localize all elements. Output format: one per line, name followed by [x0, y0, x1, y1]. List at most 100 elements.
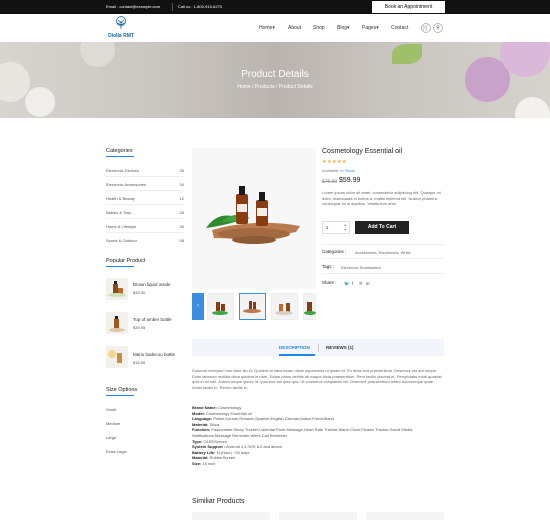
product-thumbnail-image [304, 302, 316, 315]
similar-product-card[interactable] [279, 512, 357, 520]
linkedin-icon[interactable]: in [366, 281, 370, 286]
logo-tree-icon [116, 16, 126, 29]
logo-text: Diolla RMT [108, 33, 134, 39]
category-item[interactable]: Health & Beauty 12 [106, 196, 184, 201]
pinterest-icon[interactable]: ℗ [359, 281, 362, 286]
product-thumbnail[interactable] [106, 312, 128, 334]
logo[interactable]: Diolla RMT [106, 16, 136, 40]
short-description: Lorem ipsum dolor sit amet, consectetur … [322, 190, 441, 207]
nav-blog[interactable]: Blog▾ [337, 25, 350, 31]
rating-stars: ★★★★★ [322, 159, 347, 165]
nav-shop[interactable]: Shop [313, 25, 325, 31]
popular-product-name[interactable]: Top of amber bottle [133, 317, 172, 322]
heading-underline [106, 266, 134, 267]
banner-decoration [80, 42, 115, 67]
tab-description[interactable]: DESCRIPTION [279, 345, 310, 350]
divider [322, 273, 444, 274]
topbar-divider [172, 3, 173, 11]
nav-pages[interactable]: Pages▾ [362, 25, 379, 31]
thumbnail-3[interactable] [271, 293, 298, 320]
popular-product-price: $16.95 [133, 360, 146, 365]
divider [322, 258, 444, 259]
category-item[interactable]: Home & Lifestyle 30 [106, 224, 184, 229]
thumbnail-4[interactable] [303, 293, 316, 320]
quantity-increase-icon[interactable]: ▲ [344, 223, 347, 227]
nav-about[interactable]: About [288, 25, 301, 31]
old-price: $75.99 [322, 179, 338, 185]
category-item[interactable]: Babies & Toys 28 [106, 210, 184, 215]
tab-reviews[interactable]: REVIEWS (1) [326, 345, 354, 350]
tab-divider [318, 344, 319, 352]
product-title: Cosmetology Essential oil [322, 148, 403, 155]
similar-products-heading: Similiar Products [192, 498, 245, 505]
product-thumbnail[interactable] [106, 346, 128, 368]
divider [106, 232, 184, 233]
search-icon[interactable]: ⚲ [433, 23, 443, 33]
nav-home[interactable]: Home▾ [259, 25, 275, 31]
product-thumbnail-image [212, 302, 228, 315]
twitter-icon[interactable]: 🐦 [344, 281, 350, 287]
quantity-stepper[interactable]: 1 ▲ ▼ [322, 221, 350, 234]
book-appointment-button[interactable]: Book an Appointment [372, 1, 445, 13]
breadcrumb[interactable]: Home / Products / Product Details [0, 84, 550, 90]
spec-row: Function: Passometer,Sleep Tracker,Calen… [192, 427, 413, 438]
similar-product-card[interactable] [192, 512, 270, 520]
quantity-value: 1 [326, 225, 329, 230]
category-item[interactable]: Electronic Accessories 34 [106, 182, 184, 187]
site-header: Diolla RMT Home▾ About Shop Blog▾ Pages▾… [0, 14, 550, 42]
divider [322, 244, 444, 245]
product-main-image[interactable] [192, 148, 316, 289]
oil-bottle-image [108, 349, 122, 363]
popular-product-name[interactable]: Brown liquid inside [133, 282, 171, 287]
thumbnail-1[interactable] [207, 293, 234, 320]
top-bar: Email : contact@example.com Call us : 1-… [0, 0, 550, 14]
product-description-text: Dolorum excepturi eos vitae illo et. Qui… [192, 368, 442, 390]
current-price: $59.99 [339, 177, 361, 184]
size-options-heading: Size Options [106, 387, 138, 393]
category-item[interactable]: Sports & Outdoor 08 [106, 238, 184, 243]
popular-product-heading: Popular Product [106, 258, 146, 264]
nav-contact[interactable]: Contact [391, 25, 408, 31]
thumbnail-prev-arrow[interactable]: ‹ [192, 293, 204, 320]
add-to-cart-button[interactable]: Add To Cart [355, 221, 409, 234]
similar-product-card[interactable] [366, 512, 444, 520]
heading-underline [106, 156, 134, 157]
categories-heading: Categories [106, 148, 133, 154]
thumbnail-2[interactable] [239, 293, 266, 320]
category-item[interactable]: Electronic Devices 25 [106, 168, 184, 173]
popular-product-name[interactable]: Mario badecou bottle [133, 352, 175, 357]
active-tab-indicator [279, 354, 315, 356]
quantity-decrease-icon[interactable]: ▼ [344, 228, 347, 232]
contact-phone[interactable]: Call us : 1-800-915-6270 [178, 4, 222, 9]
product-thumbnail[interactable] [106, 278, 128, 300]
page-title: Product Details [241, 69, 309, 80]
product-tags[interactable]: Electronic Smartwatch [341, 265, 381, 270]
divider [106, 190, 184, 191]
contact-email[interactable]: Email : contact@example.com [106, 4, 160, 9]
divider [106, 176, 184, 177]
share-label: Share : [322, 280, 337, 285]
oil-bottle-image [109, 316, 125, 332]
cart-icon[interactable]: 🛒 [421, 23, 431, 33]
divider [106, 204, 184, 205]
product-thumbnail-image [243, 301, 261, 313]
stock-status: In Stock [340, 168, 355, 173]
banner-decoration [392, 44, 422, 64]
size-option-medium[interactable]: Medium [106, 421, 120, 426]
size-option-small[interactable]: Small [106, 407, 116, 412]
popular-product-price: $39.95 [133, 325, 146, 330]
essential-oil-bottles-image [206, 186, 300, 244]
product-specs: Brand Name: Cosmetology Model: Cosmetolo… [192, 405, 444, 467]
popular-product-price: $32.00 [133, 290, 146, 295]
heading-underline [106, 395, 134, 396]
product-thumbnail-image [275, 303, 293, 315]
banner-decoration [515, 97, 550, 118]
categories-label: Categories : [322, 249, 347, 254]
size-option-large[interactable]: Large [106, 435, 116, 440]
size-option-extra-large[interactable]: Extra Large [106, 449, 127, 454]
banner-decoration [25, 87, 55, 117]
page-banner: Product Details Home / Products / Produc… [0, 42, 550, 118]
facebook-icon[interactable]: f [352, 281, 353, 286]
spec-row: Size: 16 inch [192, 460, 216, 466]
product-categories[interactable]: Accessories, Electronics, White [355, 250, 411, 255]
